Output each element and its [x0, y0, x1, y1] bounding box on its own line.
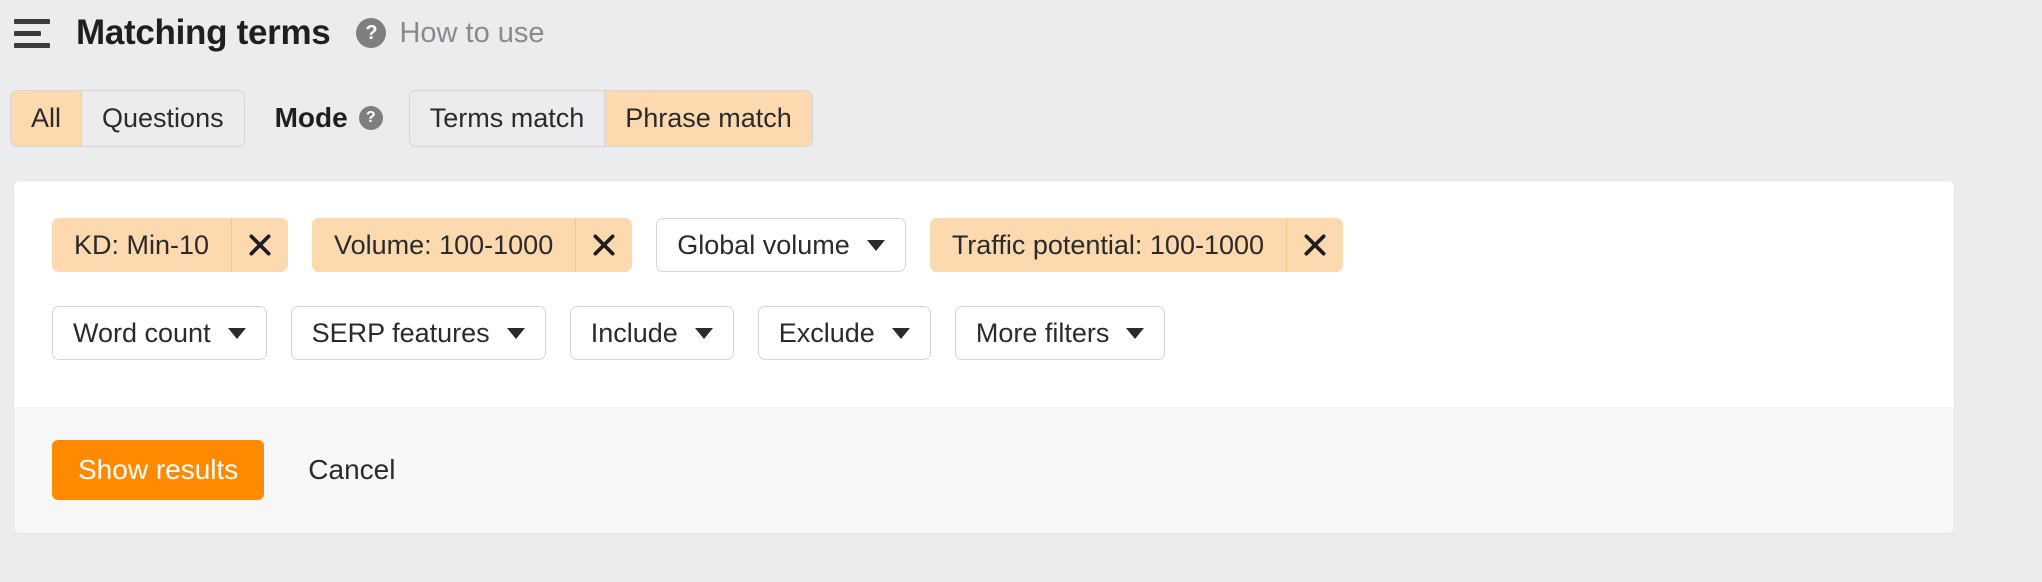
exclude-label: Exclude — [778, 317, 875, 348]
exclude-dropdown[interactable]: Exclude — [757, 306, 931, 360]
active-filter-chip-row: KD: Min-10 Volume: 100-1000 Global volum… — [14, 181, 1954, 283]
chevron-down-icon — [694, 327, 713, 339]
word-count-label: Word count — [73, 317, 211, 348]
chip-traffic-potential[interactable]: Traffic potential: 100-1000 — [929, 218, 1344, 272]
page-title: Matching terms — [76, 13, 331, 52]
help-icon[interactable]: ? — [356, 18, 387, 48]
tab-phrase-match[interactable]: Phrase match — [605, 90, 812, 146]
tab-questions[interactable]: Questions — [82, 90, 244, 146]
filter-dropdown-row: Word count SERP features Include Exclude… — [14, 283, 1954, 383]
mode-tab-group: Terms match Phrase match — [408, 89, 813, 147]
more-filters-label: More filters — [975, 317, 1110, 348]
word-count-dropdown[interactable]: Word count — [52, 306, 267, 360]
mode-label: Mode — [274, 102, 348, 133]
mode-label-group: Mode ? — [275, 102, 383, 134]
tab-all[interactable]: All — [11, 90, 83, 146]
include-dropdown[interactable]: Include — [569, 306, 734, 360]
global-volume-label: Global volume — [677, 229, 850, 260]
chevron-down-icon — [1126, 327, 1145, 339]
chip-volume-close-icon[interactable] — [575, 218, 632, 272]
hamburger-bar-middle — [14, 30, 41, 36]
chevron-down-icon — [227, 327, 246, 339]
hamburger-bar-top — [14, 18, 50, 24]
chevron-down-icon — [506, 327, 525, 339]
more-filters-dropdown[interactable]: More filters — [954, 306, 1166, 360]
hamburger-bar-bottom — [14, 42, 50, 48]
scope-tab-group: All Questions — [10, 89, 245, 147]
chip-traffic-potential-label: Traffic potential: 100-1000 — [951, 229, 1265, 260]
chevron-down-icon — [891, 327, 910, 339]
tab-terms-match[interactable]: Terms match — [409, 90, 606, 146]
mode-help-icon[interactable]: ? — [358, 106, 383, 130]
chip-kd-close-icon[interactable] — [231, 218, 288, 272]
chip-traffic-potential-close-icon[interactable] — [1286, 218, 1343, 272]
chevron-down-icon — [866, 239, 885, 251]
panel-footer: Show results Cancel — [14, 407, 1954, 533]
page-header: Matching terms ? How to use — [0, 0, 2042, 66]
chip-volume-label: Volume: 100-1000 — [334, 229, 554, 260]
how-to-use-link[interactable]: How to use — [399, 17, 544, 50]
serp-features-label: SERP features — [311, 317, 490, 348]
filter-panel: KD: Min-10 Volume: 100-1000 Global volum… — [13, 180, 1955, 534]
include-label: Include — [590, 317, 678, 348]
filter-mode-bar: All Questions Mode ? Terms match Phrase … — [0, 66, 2042, 170]
chip-kd[interactable]: KD: Min-10 — [52, 218, 289, 272]
show-results-button[interactable]: Show results — [52, 440, 265, 500]
serp-features-dropdown[interactable]: SERP features — [290, 306, 546, 360]
hamburger-icon[interactable] — [14, 11, 58, 55]
chip-volume[interactable]: Volume: 100-1000 — [312, 218, 633, 272]
chip-kd-label: KD: Min-10 — [74, 229, 210, 260]
cancel-button[interactable]: Cancel — [308, 454, 395, 486]
global-volume-dropdown[interactable]: Global volume — [656, 218, 906, 272]
